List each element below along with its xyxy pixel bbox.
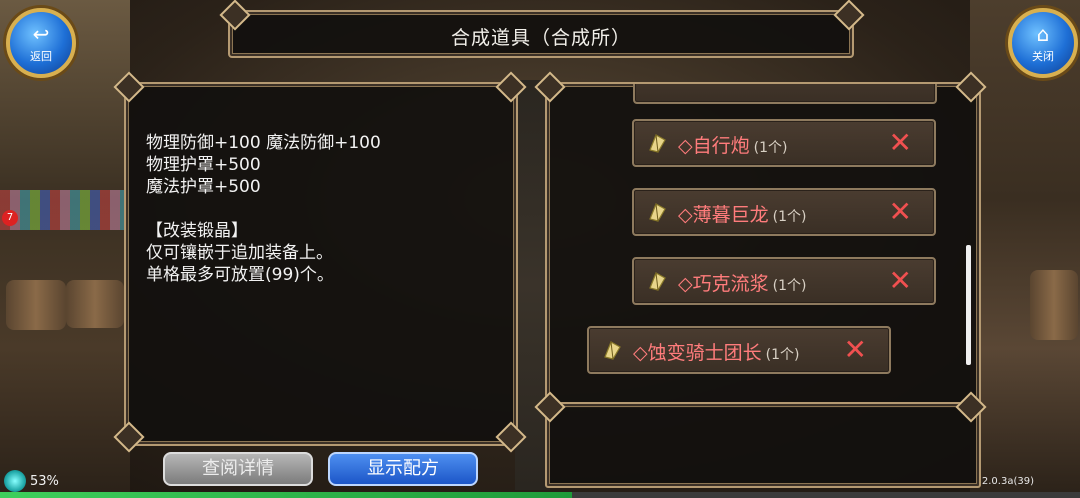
material-count: (1个): [765, 347, 800, 363]
show-recipe-button[interactable]: 显示配方: [328, 452, 478, 486]
background-barrel: [6, 280, 66, 330]
material-item[interactable]: ◇蚀变骑士团长 (1个) ✕: [587, 326, 891, 374]
crystal-icon: [649, 203, 666, 222]
list-item-partial[interactable]: [633, 84, 937, 104]
network-status-icon: [4, 470, 26, 492]
notification-badge: 7: [2, 210, 18, 226]
background-barrel: [66, 280, 124, 328]
back-button-label: 返回: [30, 50, 52, 63]
background-barrel: [1030, 270, 1078, 340]
material-name-label: ◇自行炮 (1个): [678, 135, 788, 157]
return-arrow-icon: ↩: [32, 22, 50, 46]
background-left-scene: [0, 0, 130, 498]
material-count: (1个): [772, 278, 807, 294]
background-right-scene: [970, 0, 1080, 498]
title-bar: 合成道具（合成所）: [228, 10, 854, 58]
material-name-label: ◇薄暮巨龙 (1个): [678, 204, 807, 226]
background-shelf: [0, 190, 130, 230]
crystal-icon: [649, 272, 666, 291]
close-button[interactable]: ⌂ 关闭: [1008, 8, 1078, 78]
item-description-panel: 物理防御+100 魔法防御+100 物理护罩+500 魔法护罩+500 【改装锻…: [124, 82, 518, 446]
material-name-label: ◇巧克流浆 (1个): [678, 273, 807, 295]
remove-icon[interactable]: ✕: [889, 264, 912, 297]
remove-icon[interactable]: ✕: [889, 195, 912, 228]
close-button-label: 关闭: [1032, 50, 1054, 63]
material-count: (1个): [753, 140, 788, 156]
material-item[interactable]: ◇巧克流浆 (1个) ✕: [632, 257, 936, 305]
version-label: 2.0.3a(39): [981, 476, 1034, 487]
loading-progress-bar: [0, 492, 1080, 498]
home-icon: ⌂: [1036, 22, 1050, 46]
material-name-label: ◇蚀变骑士团长 (1个): [633, 342, 800, 364]
remove-icon[interactable]: ✕: [889, 126, 912, 159]
back-button[interactable]: ↩ 返回: [6, 8, 76, 78]
list-footer-panel: [545, 402, 981, 488]
view-details-button[interactable]: 查阅详情: [163, 452, 313, 486]
crystal-icon: [604, 341, 621, 360]
remove-icon[interactable]: ✕: [844, 333, 867, 366]
material-count: (1个): [772, 209, 807, 225]
list-scrollbar[interactable]: [966, 245, 971, 365]
material-item[interactable]: ◇薄暮巨龙 (1个) ✕: [632, 188, 936, 236]
loading-progress-fill: [0, 492, 573, 498]
page-title: 合成道具（合成所）: [450, 27, 631, 49]
loading-percent: 53%: [30, 474, 59, 489]
material-item[interactable]: ◇自行炮 (1个) ✕: [632, 119, 936, 167]
crystal-icon: [649, 134, 666, 153]
item-description-text: 物理防御+100 魔法防御+100 物理护罩+500 魔法护罩+500 【改装锻…: [146, 133, 381, 285]
